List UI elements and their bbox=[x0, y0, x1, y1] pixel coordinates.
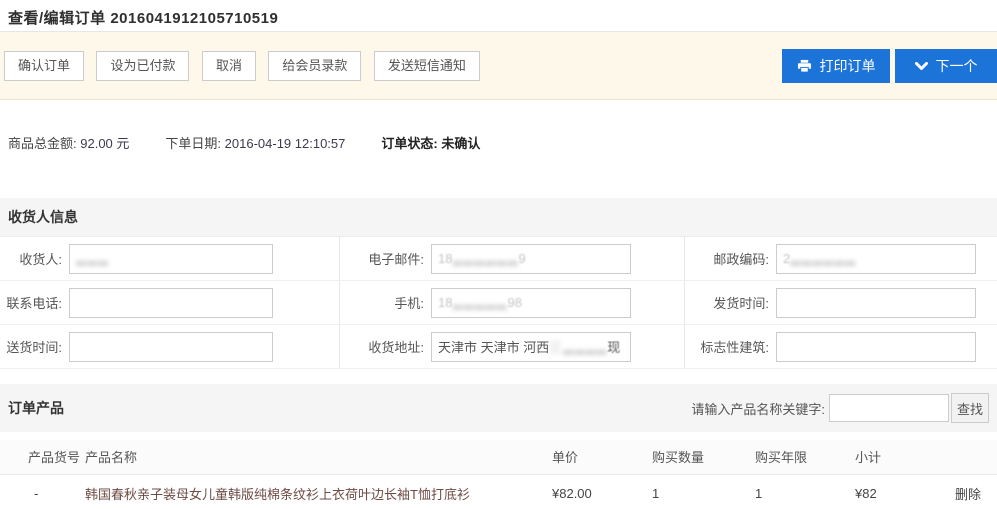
product-years: 1 bbox=[755, 474, 855, 509]
order-total-value: 92.00 元 bbox=[80, 136, 129, 151]
mobile-label: 手机: bbox=[346, 293, 424, 312]
ship-time-input[interactable] bbox=[776, 288, 976, 318]
consignee-section-header: 收货人信息 bbox=[0, 198, 997, 236]
delivery-time-label: 送货时间: bbox=[6, 337, 62, 356]
address-label: 收货地址: bbox=[346, 337, 424, 356]
product-search-input[interactable] bbox=[829, 394, 949, 422]
landmark-input[interactable] bbox=[776, 332, 976, 362]
field-contact-phone: 联系电话: bbox=[0, 281, 340, 325]
product-sku: - bbox=[0, 474, 85, 509]
postcode-input[interactable]: 2 ▃▃▃▃▃▃ bbox=[776, 244, 976, 274]
toolbar-right-actions: 打印订单 下一个 bbox=[782, 49, 997, 83]
order-date: 下单日期: 2016-04-19 12:10:57 bbox=[165, 133, 345, 152]
confirm-order-button[interactable]: 确认订单 bbox=[4, 51, 84, 81]
col-sku: 产品货号 bbox=[0, 440, 85, 474]
product-search: 请输入产品名称关键字: 查找 bbox=[691, 393, 989, 423]
redacted-value: 9 bbox=[518, 251, 525, 266]
consignee-form: 收货人: ▃▃▃ 电子邮件: 18 ▃▃▃▃▃▃ 9 邮政编码: 2 ▃▃▃▃▃… bbox=[0, 236, 997, 369]
field-postcode: 邮政编码: 2 ▃▃▃▃▃▃ bbox=[685, 237, 997, 281]
print-order-label: 打印订单 bbox=[820, 56, 876, 76]
redacted-value: 98 bbox=[507, 295, 521, 310]
order-summary: 商品总金额: 92.00 元 下单日期: 2016-04-19 12:10:57… bbox=[0, 100, 997, 152]
contact-phone-label: 联系电话: bbox=[6, 293, 62, 312]
product-qty: 1 bbox=[652, 474, 755, 509]
print-order-button[interactable]: 打印订单 bbox=[782, 49, 890, 83]
product-price: ¥82.00 bbox=[552, 474, 652, 509]
field-ship-time: 发货时间: bbox=[685, 281, 997, 325]
page-header: 查看/编辑订单 2016041912105710519 bbox=[0, 0, 997, 32]
col-price: 单价 bbox=[552, 440, 652, 474]
delivery-time-input[interactable] bbox=[69, 332, 273, 362]
address-value: 天津市 天津市 河西 bbox=[438, 337, 549, 356]
table-header-row: 产品货号 产品名称 单价 购买数量 购买年限 小计 bbox=[0, 440, 997, 474]
col-years: 购买年限 bbox=[755, 440, 855, 474]
redacted-value: ▃▃▃ bbox=[76, 251, 109, 267]
product-search-button[interactable]: 查找 bbox=[951, 393, 989, 423]
product-search-label: 请输入产品名称关键字: bbox=[691, 399, 825, 418]
landmark-label: 标志性建筑: bbox=[691, 337, 769, 356]
email-label: 电子邮件: bbox=[346, 249, 424, 268]
page-title: 查看/编辑订单 2016041912105710519 bbox=[8, 7, 989, 28]
consignee-label: 收货人: bbox=[6, 249, 62, 268]
address-input[interactable]: 天津市 天津市 河西 区▃▃▃▃ 现 bbox=[431, 332, 631, 362]
order-status-value: 未确认 bbox=[441, 136, 480, 151]
printer-icon bbox=[797, 59, 812, 73]
redacted-value: ▃▃▃▃▃▃ bbox=[790, 251, 856, 267]
field-mobile: 手机: 18 ▃▃▃▃▃ 98 bbox=[340, 281, 685, 325]
field-email: 电子邮件: 18 ▃▃▃▃▃▃ 9 bbox=[340, 237, 685, 281]
ship-time-label: 发货时间: bbox=[691, 293, 769, 312]
next-order-button[interactable]: 下一个 bbox=[895, 49, 997, 83]
products-section-header: 订单产品 请输入产品名称关键字: 查找 bbox=[0, 384, 997, 432]
consignee-input[interactable]: ▃▃▃ bbox=[69, 244, 273, 274]
order-status-label: 订单状态: bbox=[381, 136, 437, 151]
email-input[interactable]: 18 ▃▃▃▃▃▃ 9 bbox=[431, 244, 631, 274]
order-total-label: 商品总金额: bbox=[8, 136, 77, 151]
redacted-value: 18 bbox=[438, 295, 452, 310]
contact-phone-input[interactable] bbox=[69, 288, 273, 318]
next-order-label: 下一个 bbox=[936, 56, 978, 76]
order-status: 订单状态: 未确认 bbox=[381, 133, 480, 152]
field-landmark: 标志性建筑: bbox=[685, 325, 997, 369]
col-action bbox=[955, 440, 997, 474]
set-paid-button[interactable]: 设为已付款 bbox=[96, 51, 189, 81]
order-date-label: 下单日期: bbox=[165, 136, 221, 151]
order-date-value: 2016-04-19 12:10:57 bbox=[225, 136, 346, 151]
col-name: 产品名称 bbox=[85, 440, 552, 474]
consignee-section-title: 收货人信息 bbox=[8, 207, 78, 227]
chevron-down-icon bbox=[915, 62, 928, 71]
redacted-value: 18 bbox=[438, 251, 452, 266]
products-section-title: 订单产品 bbox=[8, 398, 64, 418]
address-value: 现 bbox=[607, 337, 620, 356]
cancel-button[interactable]: 取消 bbox=[202, 51, 256, 81]
redacted-value: 区▃▃▃▃ bbox=[549, 337, 607, 356]
order-toolbar: 确认订单 设为已付款 取消 给会员录款 发送短信通知 打印订单 下一个 bbox=[0, 32, 997, 100]
field-address: 收货地址: 天津市 天津市 河西 区▃▃▃▃ 现 bbox=[340, 325, 685, 369]
product-name: 韩国春秋亲子装母女儿童韩版纯棉条纹衫上衣荷叶边长袖T恤打底衫 bbox=[85, 474, 552, 509]
product-subtotal: ¥82 bbox=[855, 474, 955, 509]
col-qty: 购买数量 bbox=[652, 440, 755, 474]
order-total: 商品总金额: 92.00 元 bbox=[8, 133, 129, 152]
redacted-value: ▃▃▃▃▃ bbox=[452, 295, 507, 311]
field-consignee: 收货人: ▃▃▃ bbox=[0, 237, 340, 281]
delete-product-link[interactable]: 删除 bbox=[955, 487, 981, 502]
order-products-table: 产品货号 产品名称 单价 购买数量 购买年限 小计 - 韩国春秋亲子装母女儿童韩… bbox=[0, 440, 997, 509]
mobile-input[interactable]: 18 ▃▃▃▃▃ 98 bbox=[431, 288, 631, 318]
record-payment-button[interactable]: 给会员录款 bbox=[268, 51, 361, 81]
send-sms-button[interactable]: 发送短信通知 bbox=[374, 51, 480, 81]
redacted-value: ▃▃▃▃▃▃ bbox=[452, 251, 518, 267]
postcode-label: 邮政编码: bbox=[691, 249, 769, 268]
field-delivery-time: 送货时间: bbox=[0, 325, 340, 369]
table-row: - 韩国春秋亲子装母女儿童韩版纯棉条纹衫上衣荷叶边长袖T恤打底衫 ¥82.00 … bbox=[0, 474, 997, 509]
col-subtotal: 小计 bbox=[855, 440, 955, 474]
